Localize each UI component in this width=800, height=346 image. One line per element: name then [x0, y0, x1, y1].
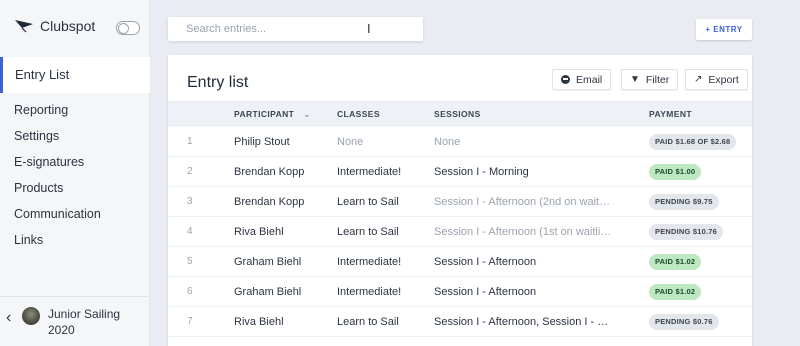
sessions-value: Session I - Afternoon [434, 256, 537, 268]
brand-name: Clubspot [40, 18, 96, 34]
table-row[interactable]: 1 Philip Stout None None PAID $1.68 OF $2.68 [168, 127, 752, 157]
header-participant[interactable]: PARTICIPANT [234, 102, 294, 127]
sidebar-item-settings[interactable]: Settings [0, 123, 150, 149]
sidebar-nav: Entry List Reporting Settings E-signatur… [0, 57, 150, 253]
classes-value: Intermediate! [337, 256, 402, 268]
table-row[interactable]: 7 Riva Biehl Learn to Sail Session I - Afte… [168, 307, 752, 337]
sidebar-item-products[interactable]: Products [0, 175, 150, 201]
sidebar-item-entry-list[interactable]: Entry List [0, 57, 150, 93]
email-button[interactable]: Email [552, 69, 612, 90]
row-number: 3 [187, 196, 193, 207]
sessions-value: Session I - Morning [434, 166, 529, 178]
classes-value: None [337, 136, 364, 148]
classes-value: Intermediate! [337, 286, 402, 298]
theme-toggle[interactable] [116, 21, 140, 35]
export-button-label: Export [708, 73, 739, 86]
sessions-value: None [434, 136, 461, 148]
sessions-value: Session I - Afternoon (2nd on waitlist) [434, 196, 612, 208]
table-row[interactable]: 2 Brendan Kopp Intermediate! Session I - Mo… [168, 157, 752, 187]
filter-button-label: Filter [645, 73, 670, 86]
export-arrow-icon: ↗ [694, 74, 703, 85]
classes-value: Intermediate! [337, 166, 402, 178]
table-row[interactable]: 6 Graham Biehl Intermediate! Session I - Af… [168, 277, 752, 307]
chevron-left-icon[interactable]: ‹ [6, 309, 11, 327]
sidebar-item-reporting[interactable]: Reporting [0, 97, 150, 123]
payment-status-badge[interactable]: PAID $1.00 [649, 164, 702, 180]
club-name: Junior Sailing 2020 [48, 307, 121, 337]
page-title: Entry list [187, 74, 249, 91]
sidebar-item-communication[interactable]: Communication [0, 201, 150, 227]
search-input[interactable] [168, 17, 423, 41]
sessions-value: Session I - Afternoon [434, 286, 537, 298]
row-number: 6 [187, 286, 193, 297]
email-icon [561, 75, 570, 84]
row-number: 7 [187, 316, 193, 327]
brand[interactable]: Clubspot [14, 18, 95, 34]
sessions-value: Session I - Afternoon, Session I - Mor..… [434, 316, 612, 328]
classes-value: Learn to Sail [337, 316, 399, 328]
clubspot-logo-icon [15, 20, 33, 33]
email-button-label: Email [576, 73, 603, 86]
header-payment[interactable]: PAYMENT [649, 102, 692, 127]
header-sessions[interactable]: SESSIONS [434, 102, 481, 127]
participant-name: Graham Biehl [234, 256, 302, 268]
sessions-value: Session I - Afternoon (1st on waitlist),… [434, 226, 612, 238]
row-number: 5 [187, 256, 193, 267]
participant-name: Philip Stout [234, 136, 290, 148]
payment-status-badge[interactable]: PAID $1.02 [649, 254, 702, 270]
participant-name: Brendan Kopp [234, 166, 305, 178]
participant-name: Brendan Kopp [234, 196, 305, 208]
payment-status-badge[interactable]: PAID $1.02 [649, 284, 702, 300]
classes-value: Learn to Sail [337, 226, 399, 238]
search-box [168, 17, 423, 41]
participant-name: Riva Biehl [234, 226, 284, 238]
sidebar-item-links[interactable]: Links [0, 227, 150, 253]
sidebar: Clubspot Entry List Reporting Settings E… [0, 0, 150, 346]
header-classes[interactable]: CLASSES [337, 102, 380, 127]
payment-status-badge[interactable]: PENDING $10.76 [649, 224, 723, 240]
entry-list-panel: Entry list Email ▼ Filter ↗ Export PARTI… [168, 55, 752, 346]
export-button[interactable]: ↗ Export [685, 69, 748, 90]
payment-status-badge[interactable]: PAID $1.68 OF $2.68 [649, 134, 737, 150]
filter-button[interactable]: ▼ Filter [621, 69, 679, 90]
club-switcher[interactable]: ‹ Junior Sailing 2020 [0, 296, 150, 346]
payment-status-badge[interactable]: PENDING $0.76 [649, 314, 719, 330]
payment-status-badge[interactable]: PENDING $9.75 [649, 194, 719, 210]
club-avatar [22, 307, 40, 325]
row-number: 2 [187, 166, 193, 177]
sidebar-item-e-signatures[interactable]: E-signatures [0, 149, 150, 175]
table-row[interactable]: 3 Brendan Kopp Learn to Sail Session I - Af… [168, 187, 752, 217]
table-row[interactable]: 4 Riva Biehl Learn to Sail Session I - Afte… [168, 217, 752, 247]
text-cursor-icon: I [367, 21, 371, 36]
table-header: PARTICIPANT ⌄ CLASSES SESSIONS PAYMENT [168, 101, 752, 126]
classes-value: Learn to Sail [337, 196, 399, 208]
add-entry-button[interactable]: + ENTRY [696, 19, 752, 40]
row-number: 4 [187, 226, 193, 237]
filter-icon: ▼ [630, 74, 640, 85]
chevron-down-icon[interactable]: ⌄ [303, 109, 311, 120]
row-number: 1 [187, 136, 193, 147]
participant-name: Graham Biehl [234, 286, 302, 298]
participant-name: Riva Biehl [234, 316, 284, 328]
table-row[interactable]: 5 Graham Biehl Intermediate! Session I - Af… [168, 247, 752, 277]
